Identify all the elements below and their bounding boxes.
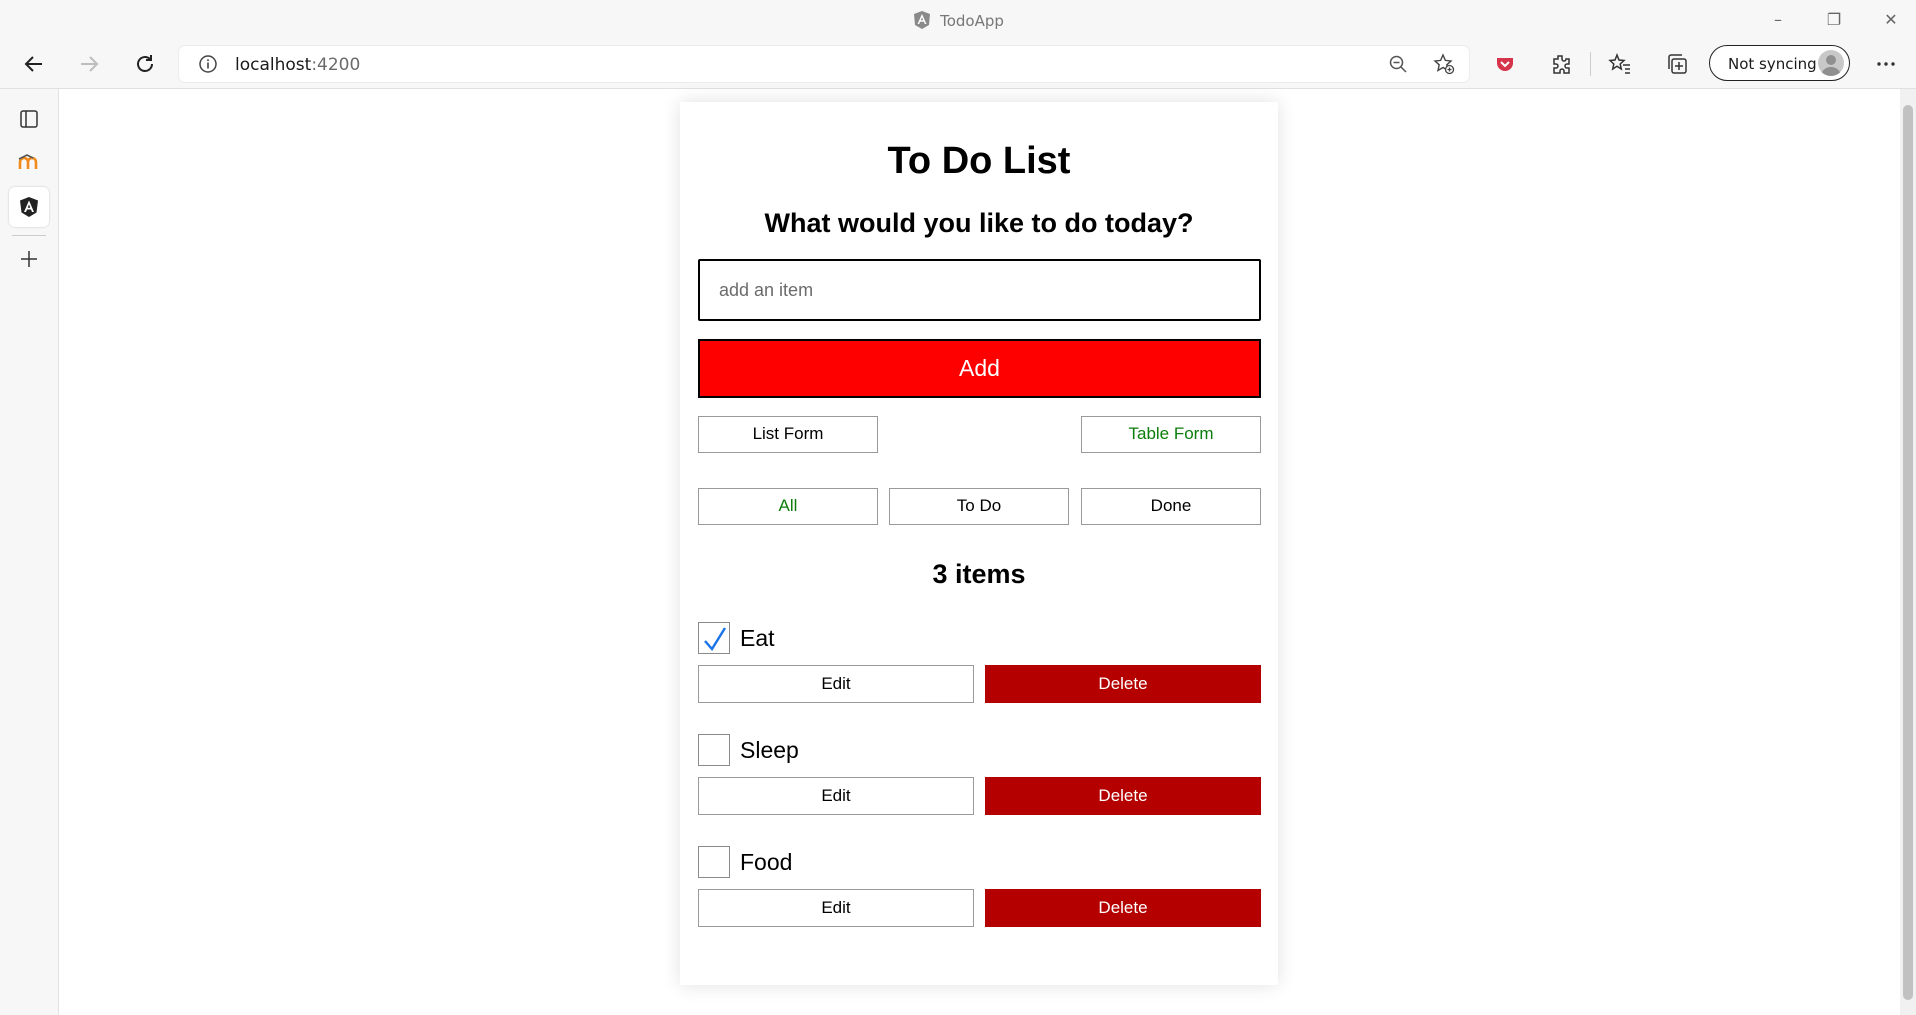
close-window-button[interactable]: ✕ [1871, 8, 1911, 32]
profile-sync-button[interactable]: Not syncing [1709, 45, 1850, 81]
new-tab-icon[interactable] [17, 247, 41, 271]
sync-label: Not syncing [1728, 55, 1817, 73]
browser-toolbar: localhost:4200 Not syncing [0, 40, 1916, 89]
profile-avatar-icon [1818, 50, 1844, 76]
zoom-out-icon[interactable] [1388, 54, 1408, 79]
todo-item: Sleep Edit Delete [698, 734, 1261, 846]
url-port: :4200 [311, 55, 361, 75]
filter-all-button[interactable]: All [698, 488, 878, 525]
scrollbar-thumb[interactable] [1903, 105, 1913, 1000]
favorites-icon[interactable] [1608, 52, 1632, 76]
site-info-icon[interactable] [198, 54, 218, 79]
more-options-icon[interactable] [1874, 52, 1898, 76]
pocket-extension-icon[interactable] [1493, 52, 1517, 76]
edit-button[interactable]: Edit [698, 889, 974, 927]
restore-button[interactable]: ❐ [1814, 8, 1854, 32]
window-title-text: TodoApp [940, 12, 1004, 30]
minimize-button[interactable]: – [1758, 8, 1798, 32]
item-name: Eat [740, 625, 775, 651]
todo-card: To Do List What would you like to do tod… [680, 102, 1278, 985]
window-title: TodoApp [0, 10, 1916, 30]
item-name: Food [740, 849, 793, 875]
delete-button[interactable]: Delete [985, 777, 1261, 815]
active-tab-highlight[interactable] [9, 187, 49, 227]
item-checkbox[interactable] [698, 734, 730, 766]
item-count: 3 items [932, 559, 1026, 589]
item-name: Sleep [740, 737, 799, 763]
item-checkbox[interactable] [698, 622, 730, 654]
delete-button[interactable]: Delete [985, 665, 1261, 703]
angular-tab-icon [19, 196, 39, 223]
browser-sidebar [0, 89, 59, 1015]
todo-item: Food Edit Delete [698, 846, 1261, 958]
add-button[interactable]: Add [698, 339, 1261, 398]
moodle-tab-icon[interactable] [17, 150, 41, 174]
tab-actions-icon[interactable] [17, 107, 41, 131]
sidebar-divider [12, 235, 46, 236]
page-subtitle: What would you like to do today? [764, 208, 1194, 238]
todo-item: Eat Edit Delete [698, 622, 1261, 734]
delete-button[interactable]: Delete [985, 889, 1261, 927]
collections-icon[interactable] [1665, 52, 1689, 76]
add-favorite-icon[interactable] [1433, 53, 1455, 80]
title-bar: TodoApp – ❐ ✕ [0, 0, 1916, 40]
url-host: localhost [235, 55, 312, 75]
url-text: localhost:4200 [235, 55, 360, 75]
toolbar-divider [1590, 52, 1591, 76]
filter-todo-button[interactable]: To Do [889, 488, 1069, 525]
new-item-input[interactable] [698, 259, 1261, 321]
page-title: To Do List [887, 140, 1071, 182]
back-icon[interactable] [22, 52, 46, 76]
item-checkbox[interactable] [698, 846, 730, 878]
table-form-button[interactable]: Table Form [1081, 416, 1261, 453]
extensions-icon[interactable] [1549, 52, 1573, 76]
edit-button[interactable]: Edit [698, 777, 974, 815]
refresh-icon[interactable] [133, 52, 157, 76]
edit-button[interactable]: Edit [698, 665, 974, 703]
page-scrollbar[interactable] [1900, 89, 1916, 1015]
address-bar[interactable]: localhost:4200 [179, 46, 1469, 82]
list-form-button[interactable]: List Form [698, 416, 878, 453]
angular-logo-icon [912, 10, 932, 30]
forward-icon[interactable] [77, 52, 101, 76]
filter-done-button[interactable]: Done [1081, 488, 1261, 525]
